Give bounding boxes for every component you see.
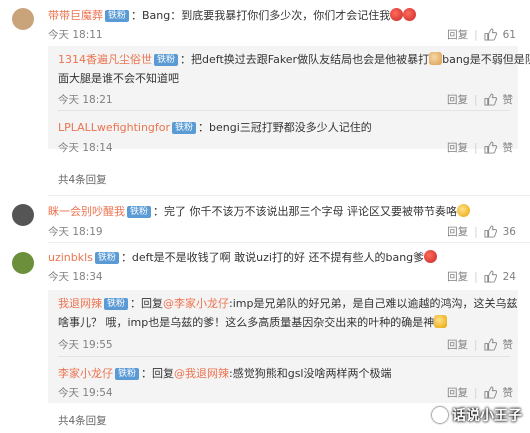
comment-text: ：Bang：到底要我暴打你们多少次，你们才会记住我 — [131, 9, 391, 22]
fan-badge: 铁粉 — [105, 10, 130, 22]
mention-link[interactable]: @我退网辣 — [174, 367, 229, 380]
reply-text-line: ：把deft换过去跟Faker做队友结局也会是他被暴打 — [180, 53, 430, 66]
reply-text-line: 面大腿是谁不会不知道吧 — [58, 72, 179, 85]
fan-badge: 铁粉 — [154, 54, 179, 66]
reply-button[interactable]: 回复 — [447, 224, 468, 239]
fan-badge: 铁粉 — [94, 252, 119, 264]
timestamp: 今天 18:11 — [48, 29, 103, 41]
reply-thread: 我退网辣 铁粉 ：回复@李家小龙仔:imp是兄弟队的好兄弟，是自己难以逾越的鸿沟，这… — [48, 290, 518, 403]
avatar[interactable] — [12, 8, 34, 30]
comment-actions: 回复 | 61 — [447, 27, 516, 42]
reply-text-line: ：bengi三冠打野都没多少人记住的 — [198, 121, 372, 134]
username-link[interactable]: 1314香遍凡尘俗世 — [58, 53, 152, 66]
reply-actions: 回复 | 赞 — [447, 140, 513, 155]
emoji-icon — [403, 8, 417, 21]
comment-actions: 回复 | 24 — [447, 269, 516, 284]
comment-text: ：完了 你千不该万不该说出那三个字母 评论区又要被带节奏咯 — [153, 205, 458, 218]
comment-body: uzinbkls 铁粉 ：deft是不是收钱了啊 敢说uzi打的好 还不提有些人的b… — [48, 250, 438, 266]
emoji-icon — [390, 8, 404, 21]
reply-text-line: :imp是兄弟队的好兄弟，是自己难以逾越的鸿沟，这关乌兹 — [229, 297, 518, 310]
reply-text: 我退网辣 铁粉 ：回复@李家小龙仔:imp是兄弟队的好兄弟，是自己难以逾越的鸿沟，这… — [58, 294, 517, 313]
more-replies-link[interactable]: 共4条回复 — [58, 172, 107, 187]
timestamp: 今天 19:55 — [58, 339, 113, 351]
watermark-text: 话说小王子 — [452, 408, 522, 424]
like-label: 赞 — [502, 339, 514, 351]
reply-button[interactable]: 回复 — [447, 385, 468, 400]
like-icon[interactable] — [483, 386, 497, 399]
reply-text: 李家小龙仔 铁粉 ：回复@我退网辣:感觉狗熊和gsl没啥两样两个极端 — [58, 364, 392, 383]
fan-badge: 铁粉 — [172, 122, 197, 134]
username-link[interactable]: 李家小龙仔 — [58, 367, 113, 380]
like-icon[interactable] — [484, 225, 497, 238]
divider: | — [474, 225, 478, 238]
reply-prefix: ：回复 — [130, 297, 164, 310]
reply-button[interactable]: 回复 — [447, 140, 468, 155]
divider — [58, 110, 510, 111]
reply-button[interactable]: 回复 — [447, 269, 468, 284]
fan-badge: 铁粉 — [104, 298, 129, 310]
mention-link[interactable]: @李家小龙仔 — [163, 297, 229, 310]
reply-text-line: 啥事儿？ 哦，imp也是乌兹的爹！这么多高质量基因杂交出来的叶种的确是神 — [58, 316, 435, 329]
divider: | — [473, 93, 478, 106]
reply-button[interactable]: 回复 — [447, 92, 468, 107]
timestamp: 今天 18:19 — [48, 226, 103, 238]
username-link[interactable]: LPLALLwefightingfor — [58, 121, 170, 134]
reply-text: LPLALLwefightingfor 铁粉 ：bengi三冠打野都没多少人记住的 — [58, 118, 372, 137]
reply-text-line: bang是不弱但是队里 — [442, 53, 530, 66]
like-icon[interactable] — [483, 338, 497, 351]
like-icon[interactable] — [483, 93, 497, 106]
timestamp: 今天 18:14 — [58, 142, 113, 154]
username-link[interactable]: 我退网辣 — [58, 297, 102, 310]
like-count: 61 — [502, 28, 516, 41]
like-label: 赞 — [502, 94, 514, 106]
comment-actions: 回复 | 36 — [447, 224, 516, 239]
comment-body: 带带巨魔葬 铁粉 ：Bang：到底要我暴打你们多少次，你们才会记住我 — [48, 8, 417, 24]
divider: | — [473, 141, 478, 154]
fan-badge: 铁粉 — [127, 206, 152, 218]
divider: | — [474, 28, 478, 41]
reply-text-line: :感觉狗熊和gsl没啥两样两个极端 — [229, 367, 392, 380]
thumbs-up-emoji-icon — [434, 315, 448, 328]
timestamp: 今天 18:34 — [48, 271, 103, 283]
comment-text: ：deft是不是收钱了啊 敢说uzi打的好 还不提有些人的bang爹 — [120, 251, 425, 264]
like-icon[interactable] — [483, 141, 497, 154]
divider — [58, 356, 510, 357]
username-link[interactable]: 眯一会别吵醒我 — [48, 205, 125, 218]
more-replies-link[interactable]: 共4条回复 — [58, 413, 107, 428]
like-count: 24 — [502, 270, 516, 283]
emoji-icon — [424, 250, 438, 263]
watermark: 话说小王子 — [432, 405, 522, 425]
reply-actions: 回复 | 赞 — [447, 337, 513, 352]
avatar[interactable] — [12, 204, 34, 226]
reply-thread: 1314香遍凡尘俗世 铁粉 ：把deft换过去跟Faker做队友结局也会是他被暴打 b… — [48, 46, 530, 154]
like-label: 赞 — [502, 387, 514, 399]
divider — [48, 195, 530, 196]
username-link[interactable]: 带带巨魔葬 — [48, 9, 103, 22]
cat-emoji-icon — [429, 52, 443, 65]
reply-actions: 回复 | 赞 — [447, 92, 513, 107]
avatar[interactable] — [12, 252, 34, 274]
emoji-icon — [457, 204, 471, 217]
reply-actions: 回复 | 赞 — [447, 385, 513, 400]
timestamp: 今天 18:21 — [58, 94, 113, 106]
reply-text: 1314香遍凡尘俗世 铁粉 ：把deft换过去跟Faker做队友结局也会是他被暴打 b… — [58, 50, 530, 69]
divider: | — [473, 386, 478, 399]
comment-body: 眯一会别吵醒我 铁粉 ：完了 你千不该万不该说出那三个字母 评论区又要被带节奏咯 — [48, 204, 471, 220]
like-label: 赞 — [502, 142, 514, 154]
reply-text: 啥事儿？ 哦，imp也是乌兹的爹！这么多高质量基因杂交出来的叶种的确是神 — [58, 313, 448, 332]
reply-button[interactable]: 回复 — [447, 337, 468, 352]
like-icon[interactable] — [484, 28, 497, 41]
like-count: 36 — [502, 225, 516, 238]
username-link[interactable]: uzinbkls — [48, 251, 93, 264]
divider: | — [473, 338, 478, 351]
divider: | — [474, 270, 478, 283]
fan-badge: 铁粉 — [115, 368, 140, 380]
timestamp: 今天 19:54 — [58, 387, 113, 399]
like-icon[interactable] — [484, 270, 497, 283]
reply-button[interactable]: 回复 — [447, 27, 468, 42]
divider — [48, 242, 530, 243]
reply-prefix: ：回复 — [141, 367, 175, 380]
watermark-logo-icon — [432, 407, 448, 423]
